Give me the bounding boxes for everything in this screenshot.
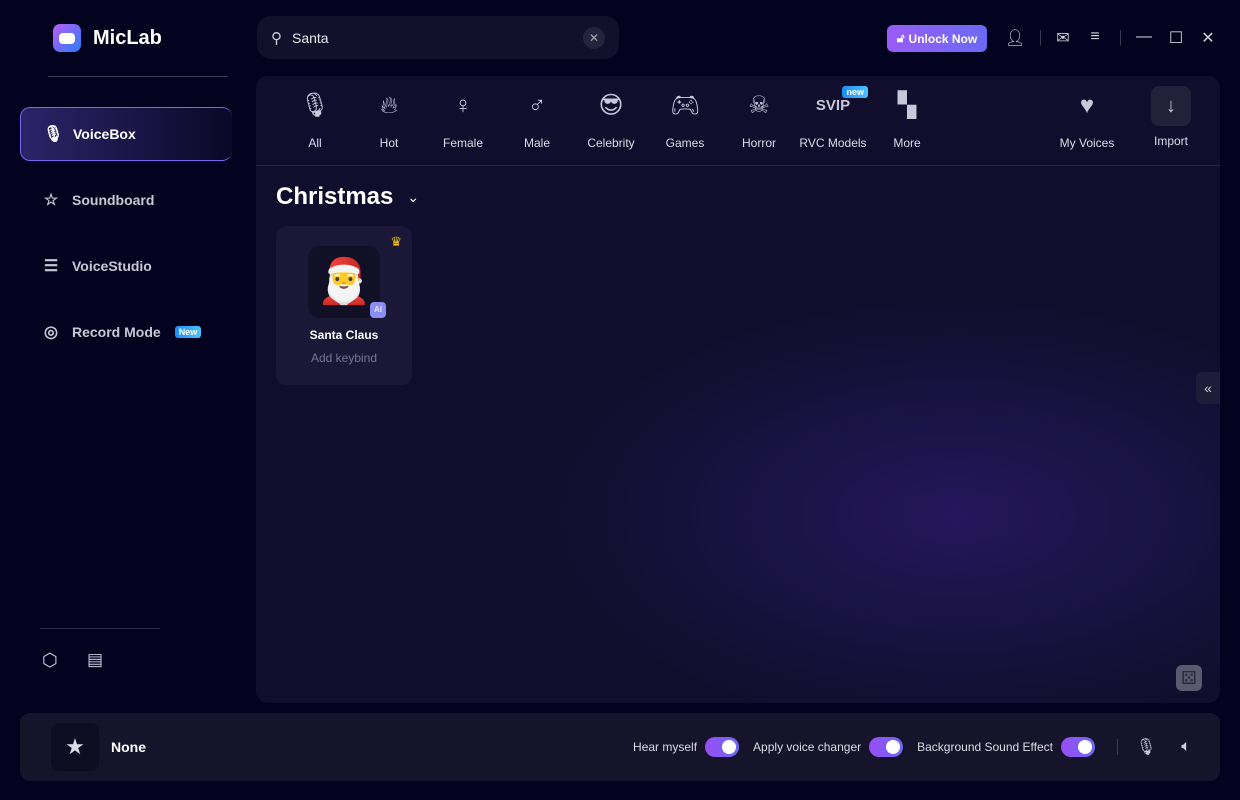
- app-logo: MicLab: [53, 24, 162, 52]
- sunglasses-icon: 😎︎: [598, 92, 624, 119]
- hear-myself-label: Hear myself: [633, 740, 698, 754]
- user-icon[interactable]: 👤︎: [1005, 28, 1025, 48]
- minimize-icon[interactable]: —: [1134, 28, 1154, 46]
- category-label: All: [308, 136, 322, 150]
- section-title: Christmas: [276, 183, 394, 210]
- clear-search-button[interactable]: ✕: [583, 26, 605, 49]
- sidebar-footer-divider: [40, 628, 160, 629]
- gamepad-icon: 🎮︎: [669, 92, 701, 119]
- action-label: Import: [1153, 134, 1188, 148]
- add-keybind-link[interactable]: Add keybind: [276, 351, 412, 365]
- flame-icon: 🔥︎: [380, 92, 398, 119]
- new-badge: new: [842, 86, 868, 98]
- speaker-icon[interactable]: 🔈︎: [1174, 738, 1198, 756]
- sidebar-item-label: Soundboard: [72, 192, 155, 208]
- microphone-icon[interactable]: 🎙︎: [1134, 737, 1158, 757]
- settings-hexagon-icon[interactable]: ⬡: [42, 650, 58, 671]
- action-label: My Voices: [1059, 136, 1115, 150]
- download-arrow-icon: ↓: [1151, 86, 1191, 126]
- import-button[interactable]: ↓ Import: [1134, 86, 1208, 148]
- waveform-circle-icon: ◎: [44, 324, 58, 341]
- no-voice-star-icon: ★: [51, 723, 99, 771]
- sidebar-item-soundboard[interactable]: ☆ Soundboard: [20, 173, 232, 227]
- category-dropdown[interactable]: Christmas ⌄: [276, 183, 419, 211]
- unlock-now-button[interactable]: 🔓︎ Unlock Now: [887, 25, 987, 52]
- separator: [1117, 739, 1118, 755]
- background-sound-effect-toggle[interactable]: [1061, 737, 1095, 757]
- grid-icon: ▚: [897, 92, 917, 119]
- collapse-panel-button[interactable]: «: [1196, 372, 1220, 404]
- voice-name: Santa Claus: [309, 328, 379, 342]
- background-sound-effect-label: Background Sound Effect: [917, 740, 1053, 754]
- category-label: Games: [665, 136, 705, 150]
- bottom-bar: ★ None Hear myself Apply voice changer B…: [20, 713, 1220, 781]
- category-hot[interactable]: 🔥︎ Hot: [352, 88, 426, 150]
- app-name: MicLab: [93, 26, 162, 49]
- sliders-icon: ☰: [43, 258, 59, 275]
- hear-myself-toggle[interactable]: [705, 737, 740, 757]
- category-more[interactable]: ▚ More: [870, 88, 944, 150]
- toolbar-separator: [1120, 30, 1121, 46]
- miclab-logo-icon: [53, 24, 81, 52]
- svip-text: SVIP: [815, 97, 851, 114]
- unlock-icon: 🔓︎: [896, 31, 905, 45]
- category-games[interactable]: 🎮︎ Games: [648, 88, 722, 150]
- category-horror[interactable]: ☠ Horror: [722, 88, 796, 150]
- category-label: Female: [442, 136, 483, 150]
- search-icon: ⚲: [271, 29, 282, 47]
- menu-icon[interactable]: ≡: [1085, 28, 1105, 46]
- new-badge: New: [174, 326, 202, 338]
- female-icon: ♀: [454, 92, 472, 119]
- ai-badge: AI: [370, 302, 386, 318]
- category-bar: 🎙︎ All 🔥︎ Hot ♀ Female ♂ Male 😎︎ Celebrity 🎮︎…: [256, 76, 1220, 166]
- mail-icon[interactable]: ✉: [1053, 28, 1073, 48]
- sidebar-item-record-mode[interactable]: ◎ Record Mode New: [20, 305, 232, 359]
- skull-icon: ☠: [748, 92, 770, 119]
- heart-icon: ♥: [1079, 92, 1095, 119]
- dice-icon[interactable]: ⚄: [1176, 665, 1202, 691]
- category-label: More: [893, 136, 921, 150]
- male-icon: ♂: [528, 92, 546, 119]
- unlock-label: Unlock Now: [908, 31, 978, 46]
- maximize-icon[interactable]: ☐: [1166, 28, 1186, 48]
- category-label: Horror: [741, 136, 776, 150]
- sidebar-item-label: VoiceBox: [73, 126, 136, 142]
- book-icon[interactable]: ▤: [87, 650, 103, 670]
- search-bar: ⚲ ✕: [257, 16, 619, 59]
- crown-icon: ♛: [390, 234, 402, 249]
- my-voices-button[interactable]: ♥ My Voices: [1050, 88, 1124, 150]
- search-input[interactable]: [292, 29, 573, 46]
- sidebar-item-voicestudio[interactable]: ☰ VoiceStudio: [20, 239, 232, 293]
- mic-icon: 🎙︎: [299, 92, 331, 119]
- category-all[interactable]: 🎙︎ All: [278, 88, 352, 150]
- category-celebrity[interactable]: 😎︎ Celebrity: [574, 88, 648, 150]
- svip-icon: SVIP new: [796, 86, 870, 124]
- category-rvc-models[interactable]: SVIP new RVC Models: [796, 86, 870, 150]
- apply-voice-changer-label: Apply voice changer: [753, 740, 862, 754]
- chevron-down-icon: ⌄: [407, 188, 420, 205]
- sidebar-item-label: Record Mode: [72, 324, 161, 340]
- apply-voice-changer-toggle[interactable]: [869, 737, 904, 757]
- voice-card[interactable]: 🎅 AI ♛ Santa Claus Add keybind: [276, 226, 412, 385]
- category-label: Hot: [379, 136, 399, 150]
- toolbar-separator: [1040, 30, 1041, 46]
- category-male[interactable]: ♂ Male: [500, 88, 574, 150]
- category-label: Male: [523, 136, 550, 150]
- category-label: Celebrity: [587, 136, 635, 150]
- voice-library-panel: 🎙︎ All 🔥︎ Hot ♀ Female ♂ Male 😎︎ Celebrity 🎮︎…: [256, 76, 1220, 703]
- close-icon[interactable]: ✕: [1198, 28, 1218, 48]
- sidebar-item-voicebox[interactable]: 🎙︎ VoiceBox: [20, 107, 232, 161]
- current-voice: None: [111, 739, 146, 755]
- mic-icon: 🎙︎: [43, 126, 64, 143]
- category-label: RVC Models: [799, 136, 867, 150]
- sidebar-divider: [48, 76, 228, 77]
- sidebar-item-label: VoiceStudio: [72, 258, 152, 274]
- category-female[interactable]: ♀ Female: [426, 88, 500, 150]
- sparkle-star-icon: ☆: [43, 192, 59, 209]
